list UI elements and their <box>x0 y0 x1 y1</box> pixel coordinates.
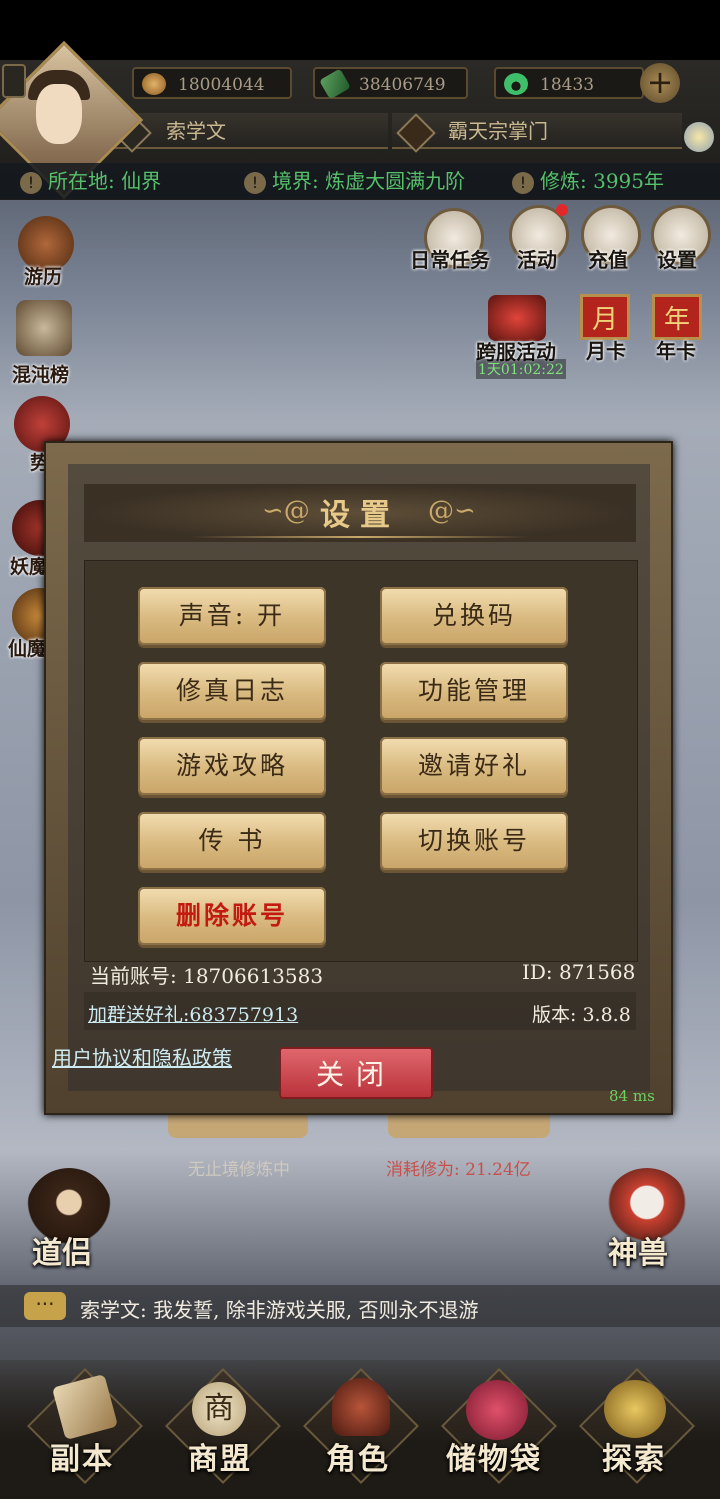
bag-icon <box>466 1380 528 1440</box>
cultivation-info: ! 修炼: 3995年 <box>512 163 664 199</box>
latency-indicator: 84 ms <box>609 1087 655 1105</box>
cultivation-log-button[interactable]: 修真日志 <box>138 662 326 720</box>
copper-coin-counter: 18004044 <box>132 67 292 99</box>
notification-dot <box>556 204 568 216</box>
demon-label[interactable]: 妖魔 <box>10 552 48 579</box>
player-id: ID: 871568 <box>522 960 636 984</box>
version-label: 版本: 3.8.8 <box>532 1004 631 1026</box>
status-bar <box>0 0 720 60</box>
invite-gift-button[interactable]: 邀请好礼 <box>380 737 568 795</box>
bag-label[interactable]: 储物袋 <box>446 1434 542 1478</box>
realm-info: ! 境界: 炼虚大圆满九阶 <box>244 163 465 199</box>
menu-toggle-icon[interactable] <box>2 64 26 98</box>
info-icon: ! <box>244 171 266 194</box>
settings-label[interactable]: 设置 <box>657 244 697 273</box>
monthly-card-label[interactable]: 月卡 <box>586 335 626 364</box>
sound-toggle-button[interactable]: 声音: 开 <box>138 587 326 645</box>
daily-task-label[interactable]: 日常任务 <box>410 244 490 273</box>
player-title: 霸天宗掌门 <box>448 119 548 143</box>
close-button[interactable]: 关闭 <box>279 1047 433 1099</box>
location-info: ! 所在地: 仙界 <box>20 163 161 199</box>
cultivating-status: 无止境修炼中 <box>188 1160 290 1180</box>
add-currency-button[interactable]: + <box>640 63 680 103</box>
info-icon: ! <box>20 171 42 194</box>
explore-icon <box>604 1380 666 1438</box>
cross-server-timer: 1天01:02:22 <box>476 359 566 379</box>
policy-link[interactable]: 用户协议和隐私政策 <box>52 1042 232 1071</box>
guild-label[interactable]: 商盟 <box>188 1434 252 1478</box>
immortal-demon-label[interactable]: 仙魔 <box>8 634 46 661</box>
divine-beast-label[interactable]: 神兽 <box>608 1228 668 1272</box>
player-info-bar: ! 所在地: 仙界 ! 境界: 炼虚大圆满九阶 ! 修炼: 3995年 <box>0 163 720 199</box>
dungeon-label[interactable]: 副本 <box>50 1434 114 1478</box>
player-name: 索学文 <box>166 119 226 143</box>
current-account: 当前账号: 18706613583 <box>90 964 324 988</box>
chat-message[interactable]: 索学文: 我发誓, 除非游戏关服, 否则永不退游 <box>80 1294 479 1323</box>
companion-label[interactable]: 道侣 <box>32 1228 92 1272</box>
green-jade-icon <box>504 73 528 95</box>
player-title-bar: 霸天宗掌门 <box>392 113 682 149</box>
character-label[interactable]: 角色 <box>326 1434 390 1478</box>
guild-icon: 商 <box>192 1382 246 1436</box>
location-text: 所在地: 仙界 <box>48 169 162 193</box>
monthly-card-icon[interactable]: 月 <box>580 294 630 340</box>
copper-coin-icon <box>142 73 166 95</box>
redeem-code-button[interactable]: 兑换码 <box>380 587 568 645</box>
chaos-rank-icon[interactable] <box>16 300 72 356</box>
activity-label[interactable]: 活动 <box>517 244 557 273</box>
explore-label[interactable]: 探索 <box>602 1434 666 1478</box>
cultivation-text: 修炼: 3995年 <box>540 169 664 193</box>
travel-label[interactable]: 游历 <box>24 262 62 289</box>
weather-sun-icon[interactable] <box>684 122 714 152</box>
realm-text: 境界: 炼虚大圆满九阶 <box>272 169 466 193</box>
yearly-card-label[interactable]: 年卡 <box>656 335 696 364</box>
game-guide-button[interactable]: 游戏攻略 <box>138 737 326 795</box>
dialog-title: 设置 <box>320 498 400 533</box>
jade-stone-icon <box>319 68 351 100</box>
recharge-label[interactable]: 充值 <box>588 244 628 273</box>
yearly-card-icon[interactable]: 年 <box>652 294 702 340</box>
jade-stone-value: 38406749 <box>359 75 446 95</box>
info-icon: ! <box>512 171 534 194</box>
player-name-bar: 索学文 <box>110 113 388 149</box>
helmet-icon <box>332 1378 390 1436</box>
green-jade-value: 18433 <box>540 75 595 95</box>
feature-manage-button[interactable]: 功能管理 <box>380 662 568 720</box>
delete-account-button[interactable]: 删除账号 <box>138 887 326 945</box>
cross-server-icon[interactable] <box>488 295 546 341</box>
chaos-rank-label[interactable]: 混沌榜 <box>12 360 69 387</box>
title-divider <box>190 536 530 538</box>
chat-bubble-icon[interactable]: ··· <box>24 1292 66 1320</box>
jade-stone-counter: 38406749 <box>313 67 468 100</box>
switch-account-button[interactable]: 切换账号 <box>380 812 568 870</box>
group-gift-link[interactable]: 加群送好礼:683757913 <box>88 1000 298 1027</box>
message-button[interactable]: 传 书 <box>138 812 326 870</box>
green-jade-counter: 18433 <box>494 67 644 99</box>
avatar <box>36 84 82 144</box>
consume-status: 消耗修为: 21.24亿 <box>386 1160 531 1180</box>
copper-coin-value: 18004044 <box>178 75 265 95</box>
